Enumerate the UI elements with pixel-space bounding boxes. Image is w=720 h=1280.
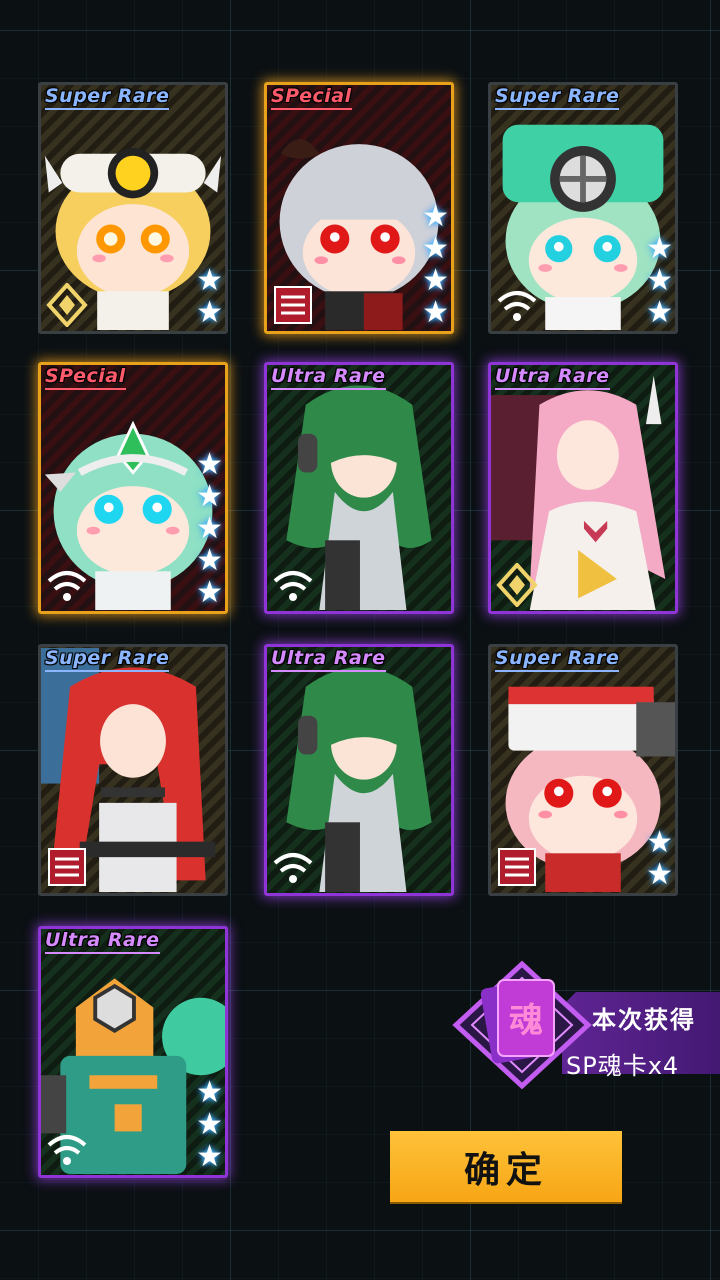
- star-rating: ★ ★: [196, 265, 223, 329]
- reward-summary: 魂 本次获得 SP魂卡x4: [452, 960, 720, 1090]
- star-rating: ★ ★ ★ ★: [422, 201, 449, 329]
- wifi-element-icon: [273, 853, 313, 883]
- star-icon: ★: [422, 295, 449, 330]
- star-icon: ★: [196, 295, 223, 330]
- ribbon-element-icon: [48, 848, 86, 886]
- soul-glyph: 魂: [509, 1001, 543, 1041]
- rarity-label: Ultra Rare: [271, 647, 386, 672]
- wifi-element-icon: [273, 571, 313, 601]
- star-icon: ★: [646, 825, 673, 860]
- wifi-element-icon: [47, 571, 87, 601]
- star-icon: ★: [422, 263, 449, 298]
- result-card-5[interactable]: Ultra Rare: [264, 362, 454, 614]
- result-card-6[interactable]: Ultra Rare: [488, 362, 678, 614]
- rarity-label: SPecial: [271, 85, 352, 110]
- result-card-3[interactable]: Super Rare ★ ★ ★: [488, 82, 678, 334]
- star-icon: ★: [196, 511, 223, 546]
- wifi-element-icon: [497, 291, 537, 321]
- star-icon: ★: [422, 231, 449, 266]
- rarity-label: Ultra Rare: [495, 365, 610, 390]
- result-card-4[interactable]: SPecial ★ ★ ★ ★ ★: [38, 362, 228, 614]
- rarity-label: Super Rare: [45, 85, 170, 110]
- rarity-label: SPecial: [45, 365, 126, 390]
- ribbon-element-icon: [498, 848, 536, 886]
- result-card-7[interactable]: Super Rare: [38, 644, 228, 896]
- diamond-element-icon: [496, 563, 538, 607]
- star-rating: ★ ★: [646, 827, 673, 891]
- star-icon: ★: [646, 857, 673, 892]
- result-card-8[interactable]: Ultra Rare: [264, 644, 454, 896]
- rarity-label: Ultra Rare: [45, 929, 160, 954]
- diamond-element-icon: [46, 283, 88, 327]
- rarity-label: Super Rare: [495, 647, 620, 672]
- rarity-label: Super Rare: [45, 647, 170, 672]
- star-icon: ★: [196, 543, 223, 578]
- star-icon: ★: [646, 263, 673, 298]
- star-icon: ★: [196, 447, 223, 482]
- star-icon: ★: [422, 199, 449, 234]
- star-icon: ★: [196, 1107, 223, 1142]
- star-rating: ★ ★ ★: [646, 233, 673, 329]
- reward-value: SP魂卡x4: [566, 1052, 680, 1080]
- rarity-label: Ultra Rare: [271, 365, 386, 390]
- result-card-9[interactable]: Super Rare ★ ★: [488, 644, 678, 896]
- star-icon: ★: [196, 263, 223, 298]
- reward-label: 本次获得: [592, 1006, 696, 1034]
- star-icon: ★: [196, 479, 223, 514]
- rarity-label: Super Rare: [495, 85, 620, 110]
- result-card-1[interactable]: Super Rare ★ ★: [38, 82, 228, 334]
- star-icon: ★: [196, 575, 223, 610]
- wifi-element-icon: [47, 1135, 87, 1165]
- star-icon: ★: [646, 295, 673, 330]
- result-card-10[interactable]: Ultra Rare ★ ★ ★: [38, 926, 228, 1178]
- result-card-2[interactable]: SPecial ★ ★ ★ ★: [264, 82, 454, 334]
- star-icon: ★: [196, 1075, 223, 1110]
- star-icon: ★: [196, 1139, 223, 1174]
- ribbon-element-icon: [274, 286, 312, 324]
- star-rating: ★ ★ ★ ★ ★: [196, 449, 223, 609]
- confirm-button[interactable]: 确定: [390, 1131, 622, 1202]
- star-rating: ★ ★ ★: [196, 1077, 223, 1173]
- star-icon: ★: [646, 231, 673, 266]
